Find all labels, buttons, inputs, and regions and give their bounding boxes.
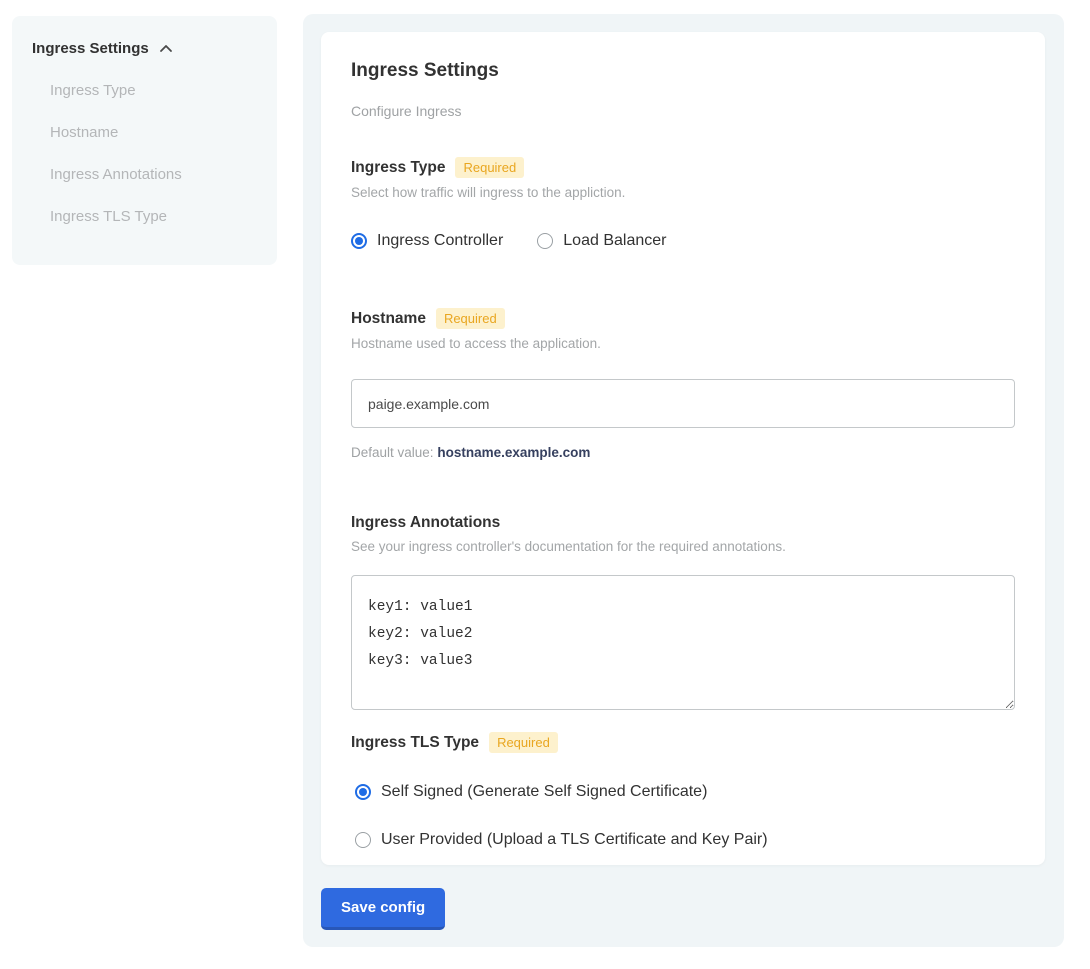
ingress-annotations-textarea[interactable]: key1: value1 key2: value2 key3: value3: [351, 575, 1015, 710]
page-title: Ingress Settings: [351, 60, 1015, 82]
radio-option-user-provided[interactable]: User Provided (Upload a TLS Certificate …: [355, 831, 1015, 849]
config-main-panel: Ingress Settings Configure Ingress Ingre…: [303, 14, 1064, 947]
sidebar-group-label: Ingress Settings: [32, 40, 149, 57]
ingress-settings-card: Ingress Settings Configure Ingress Ingre…: [321, 32, 1045, 865]
default-value-label: Default value:: [351, 445, 434, 460]
chevron-up-icon[interactable]: [159, 42, 173, 56]
config-nav-sidebar: Ingress Settings Ingress Type Hostname I…: [12, 16, 277, 265]
radio-option-self-signed[interactable]: Self Signed (Generate Self Signed Certif…: [355, 783, 1015, 801]
section-heading-hostname: Hostname: [351, 310, 426, 328]
radio-option-load-balancer[interactable]: Load Balancer: [537, 232, 666, 250]
hostname-input[interactable]: [351, 379, 1015, 428]
section-hostname: Hostname Required Hostname used to acces…: [351, 308, 1015, 460]
help-text-ingress-type: Select how traffic will ingress to the a…: [351, 185, 1015, 200]
radio-button-icon[interactable]: [537, 233, 553, 249]
radio-label: Load Balancer: [563, 232, 666, 250]
sidebar-item-ingress-tls-type[interactable]: Ingress TLS Type: [32, 208, 257, 225]
radio-label: Ingress Controller: [377, 232, 503, 250]
section-ingress-annotations: Ingress Annotations See your ingress con…: [351, 514, 1015, 710]
ingress-type-options: Ingress Controller Load Balancer: [351, 232, 1015, 250]
config-page: Ingress Settings Ingress Type Hostname I…: [0, 0, 1090, 969]
sidebar-item-ingress-annotations[interactable]: Ingress Annotations: [32, 166, 257, 183]
section-heading-ingress-tls-type: Ingress TLS Type: [351, 734, 479, 752]
default-value-text: hostname.example.com: [437, 445, 590, 460]
radio-label: User Provided (Upload a TLS Certificate …: [381, 831, 768, 849]
section-heading-ingress-type: Ingress Type: [351, 159, 445, 177]
required-badge: Required: [489, 732, 558, 753]
sidebar-group-ingress-settings[interactable]: Ingress Settings: [32, 40, 257, 57]
section-heading-ingress-annotations: Ingress Annotations: [351, 514, 500, 532]
radio-button-icon[interactable]: [355, 784, 371, 800]
radio-label: Self Signed (Generate Self Signed Certif…: [381, 783, 707, 801]
required-badge: Required: [436, 308, 505, 329]
page-subtitle: Configure Ingress: [351, 103, 1015, 119]
save-config-button[interactable]: Save config: [321, 888, 445, 930]
radio-button-icon[interactable]: [355, 832, 371, 848]
tls-type-options: Self Signed (Generate Self Signed Certif…: [351, 783, 1015, 849]
required-badge: Required: [455, 157, 524, 178]
help-text-ingress-annotations: See your ingress controller's documentat…: [351, 539, 1015, 554]
hostname-default-value: Default value: hostname.example.com: [351, 445, 1015, 460]
radio-option-ingress-controller[interactable]: Ingress Controller: [351, 232, 503, 250]
radio-button-icon[interactable]: [351, 233, 367, 249]
sidebar-item-hostname[interactable]: Hostname: [32, 124, 257, 141]
sidebar-item-ingress-type[interactable]: Ingress Type: [32, 82, 257, 99]
section-ingress-tls-type: Ingress TLS Type Required Self Signed (G…: [351, 732, 1015, 849]
section-ingress-type: Ingress Type Required Select how traffic…: [351, 157, 1015, 250]
help-text-hostname: Hostname used to access the application.: [351, 336, 1015, 351]
